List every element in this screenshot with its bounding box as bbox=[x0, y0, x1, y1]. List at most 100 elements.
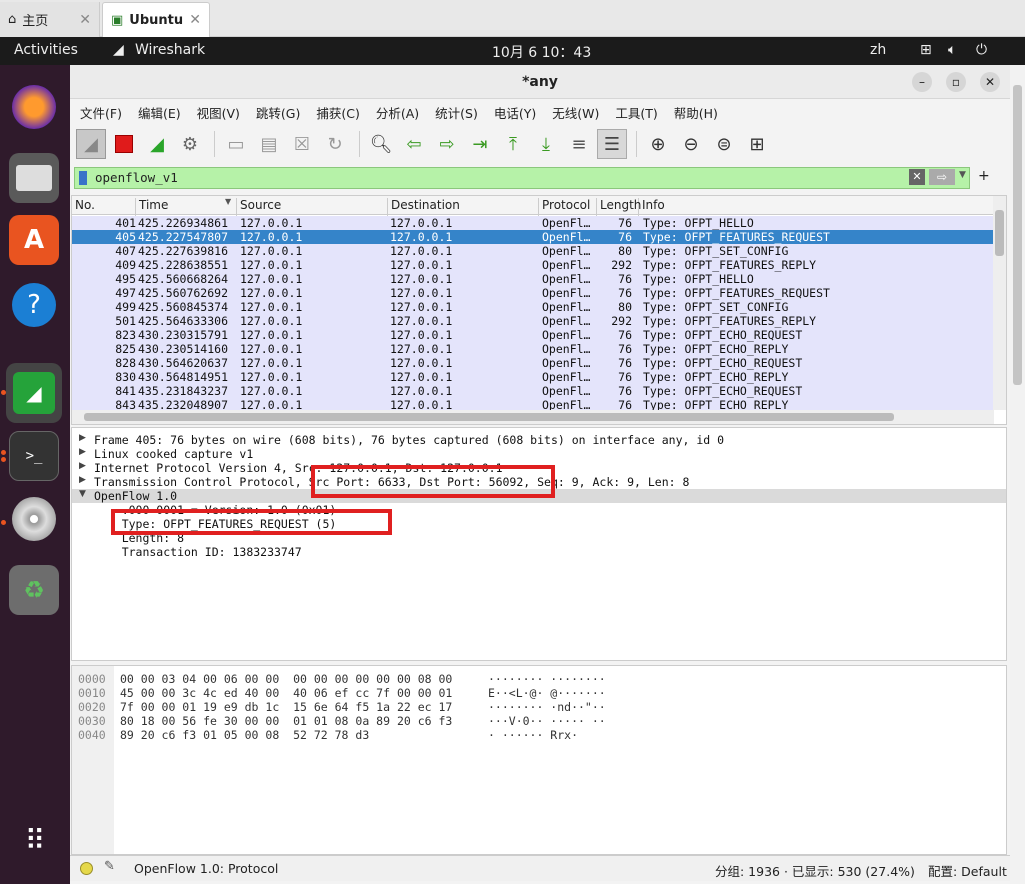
packet-list-vertical-scrollbar[interactable] bbox=[993, 196, 1006, 410]
close-file-icon[interactable]: ☒ bbox=[287, 129, 317, 159]
bookmark-icon[interactable] bbox=[79, 171, 87, 185]
column-header-no[interactable]: No. bbox=[72, 198, 136, 216]
expand-arrow-icon[interactable]: ▶ bbox=[79, 475, 86, 485]
packet-row[interactable]: 405 425.227547807 127.0.0.1 127.0.0.1 OpenFl… bbox=[72, 230, 994, 244]
zoom-in-icon[interactable]: ⊕ bbox=[643, 129, 673, 159]
menu-go[interactable]: 跳转(G) bbox=[256, 103, 300, 122]
start-capture-icon[interactable]: ◢ bbox=[76, 129, 106, 159]
auto-scroll-icon[interactable]: ≡ bbox=[564, 129, 594, 159]
browser-tab-home[interactable]: ⌂ 主页 ✕ bbox=[0, 2, 100, 37]
trash-icon[interactable]: ♻ bbox=[9, 565, 59, 615]
add-filter-button[interactable]: + bbox=[978, 168, 990, 184]
packet-row[interactable]: 499 425.560845374 127.0.0.1 127.0.0.1 OpenFl… bbox=[72, 300, 994, 314]
menu-help[interactable]: 帮助(H) bbox=[674, 103, 718, 122]
close-window-button[interactable]: ✕ bbox=[980, 72, 1000, 92]
colorize-icon[interactable]: ☰ bbox=[597, 129, 627, 159]
column-header-destination[interactable]: Destination bbox=[388, 198, 539, 216]
packet-row[interactable]: 823 430.230315791 127.0.0.1 127.0.0.1 OpenFl… bbox=[72, 328, 994, 342]
expand-arrow-icon[interactable]: ▶ bbox=[79, 461, 86, 471]
detail-row-transaction-id[interactable]: Transaction ID: 1383233747 bbox=[72, 545, 1006, 559]
help-icon[interactable]: ? bbox=[12, 283, 56, 327]
display-filter-input[interactable]: openflow_v1 bbox=[95, 170, 178, 185]
resize-columns-icon[interactable]: ⊞ bbox=[742, 129, 772, 159]
input-method-indicator[interactable]: zh bbox=[870, 42, 886, 58]
bytes-ascii[interactable]: ···V·0·· ····· ·· bbox=[488, 714, 606, 728]
column-header-info[interactable]: Info bbox=[639, 198, 994, 216]
bytes-off[interactable]: 0030 bbox=[78, 714, 106, 728]
minimize-button[interactable]: – bbox=[912, 72, 932, 92]
detail-row-linux-cooked[interactable]: ▶ Linux cooked capture v1 bbox=[72, 447, 1006, 461]
packet-row[interactable]: 501 425.564633306 127.0.0.1 127.0.0.1 OpenFl… bbox=[72, 314, 994, 328]
scrollbar-thumb[interactable] bbox=[84, 413, 894, 421]
menu-wireless[interactable]: 无线(W) bbox=[552, 103, 599, 122]
show-applications-icon[interactable]: ⠿ bbox=[9, 815, 59, 865]
bytes-off[interactable]: 0020 bbox=[78, 700, 106, 714]
bytes-off[interactable]: 0010 bbox=[78, 686, 106, 700]
bytes-ascii[interactable]: ········ ·nd··"·· bbox=[488, 700, 606, 714]
go-to-packet-icon[interactable]: ⇥ bbox=[465, 129, 495, 159]
packet-row[interactable]: 495 425.560668264 127.0.0.1 127.0.0.1 OpenFl… bbox=[72, 272, 994, 286]
display-filter-bar[interactable]: openflow_v1 ✕ ⇨ ▼ bbox=[74, 167, 970, 189]
packet-row[interactable]: 497 425.560762692 127.0.0.1 127.0.0.1 OpenFl… bbox=[72, 286, 994, 300]
apply-filter-icon[interactable]: ⇨ bbox=[929, 169, 955, 185]
save-file-icon[interactable]: ▤ bbox=[254, 129, 284, 159]
menu-edit[interactable]: 编辑(E) bbox=[138, 103, 181, 122]
go-last-packet-icon[interactable]: ⤓ bbox=[531, 129, 561, 159]
terminal-icon[interactable]: >_ bbox=[9, 431, 59, 481]
stop-capture-icon[interactable] bbox=[109, 129, 139, 159]
menu-telephony[interactable]: 电话(Y) bbox=[494, 103, 536, 122]
zoom-out-icon[interactable]: ⊖ bbox=[676, 129, 706, 159]
browser-tab-ubuntu[interactable]: ▣ Ubuntu ✕ bbox=[102, 2, 210, 37]
bytes-hex[interactable]: 89 20 c6 f3 01 05 00 08 52 72 78 d3 bbox=[120, 728, 369, 742]
firefox-icon[interactable] bbox=[12, 85, 56, 129]
bytes-ascii[interactable]: ········ ········ bbox=[488, 672, 606, 686]
capture-options-icon[interactable]: ⚙ bbox=[175, 129, 205, 159]
close-tab-icon[interactable]: ✕ bbox=[79, 12, 91, 28]
bytes-off[interactable]: 0000 bbox=[78, 672, 106, 686]
wireshark-dock-icon[interactable]: ◢ bbox=[6, 363, 62, 423]
software-center-icon[interactable]: A bbox=[9, 215, 59, 265]
restart-capture-icon[interactable]: ◢ bbox=[142, 129, 172, 159]
menu-tools[interactable]: 工具(T) bbox=[615, 103, 657, 122]
bytes-ascii[interactable]: · ······ Rrx· bbox=[488, 728, 578, 742]
capture-comment-icon[interactable]: ✎ bbox=[104, 859, 115, 874]
packet-row[interactable]: 841 435.231843237 127.0.0.1 127.0.0.1 OpenFl… bbox=[72, 384, 994, 398]
scrollbar-thumb[interactable] bbox=[1013, 85, 1022, 385]
clear-filter-icon[interactable]: ✕ bbox=[909, 169, 925, 185]
menu-file[interactable]: 文件(F) bbox=[80, 103, 122, 122]
bytes-hex[interactable]: 80 18 00 56 fe 30 00 00 01 01 08 0a 89 2… bbox=[120, 714, 452, 728]
packet-row[interactable]: 828 430.564620637 127.0.0.1 127.0.0.1 OpenFl… bbox=[72, 356, 994, 370]
packet-row[interactable]: 407 425.227639816 127.0.0.1 127.0.0.1 OpenFl… bbox=[72, 244, 994, 258]
zoom-reset-icon[interactable]: ⊜ bbox=[709, 129, 739, 159]
scrollbar-thumb[interactable] bbox=[995, 210, 1004, 256]
activities-button[interactable]: Activities bbox=[14, 42, 78, 58]
network-icon[interactable]: ⊞ bbox=[920, 42, 932, 58]
column-header-protocol[interactable]: Protocol bbox=[539, 198, 597, 216]
clock[interactable]: 10月 6 10：43 bbox=[492, 42, 591, 62]
go-forward-icon[interactable]: ⇨ bbox=[432, 129, 462, 159]
packet-row[interactable]: 401 425.226934861 127.0.0.1 127.0.0.1 OpenFl… bbox=[72, 216, 994, 230]
detail-row-frame[interactable]: ▶ Frame 405: 76 bytes on wire (608 bits),… bbox=[72, 433, 1006, 447]
menu-view[interactable]: 视图(V) bbox=[197, 103, 240, 122]
packet-list-horizontal-scrollbar[interactable] bbox=[72, 410, 994, 424]
find-packet-icon[interactable]: 🔍︎ bbox=[366, 129, 396, 159]
menu-capture[interactable]: 捕获(C) bbox=[316, 103, 359, 122]
vm-viewport-scrollbar[interactable] bbox=[1010, 65, 1025, 884]
reload-icon[interactable]: ↻ bbox=[320, 129, 350, 159]
menu-analyze[interactable]: 分析(A) bbox=[376, 103, 419, 122]
expert-info-icon[interactable] bbox=[80, 862, 93, 875]
go-back-icon[interactable]: ⇦ bbox=[399, 129, 429, 159]
column-header-length[interactable]: Length bbox=[597, 198, 641, 216]
volume-icon[interactable]: 🔈︎ bbox=[948, 42, 956, 58]
packet-row[interactable]: 830 430.564814951 127.0.0.1 127.0.0.1 OpenFl… bbox=[72, 370, 994, 384]
bytes-hex[interactable]: 7f 00 00 01 19 e9 db 1c 15 6e 64 f5 1a 2… bbox=[120, 700, 452, 714]
dvd-drive-icon[interactable] bbox=[12, 497, 56, 541]
menu-statistics[interactable]: 统计(S) bbox=[435, 103, 478, 122]
status-profile[interactable]: 配置: Default bbox=[928, 861, 1007, 880]
expand-arrow-icon[interactable]: ▶ bbox=[79, 433, 86, 443]
bytes-off[interactable]: 0040 bbox=[78, 728, 106, 742]
bytes-hex[interactable]: 00 00 03 04 00 06 00 00 00 00 00 00 00 0… bbox=[120, 672, 452, 686]
open-file-icon[interactable]: ▭ bbox=[221, 129, 251, 159]
power-icon[interactable]: ⏻ bbox=[976, 42, 987, 58]
go-first-packet-icon[interactable]: ⤒ bbox=[498, 129, 528, 159]
